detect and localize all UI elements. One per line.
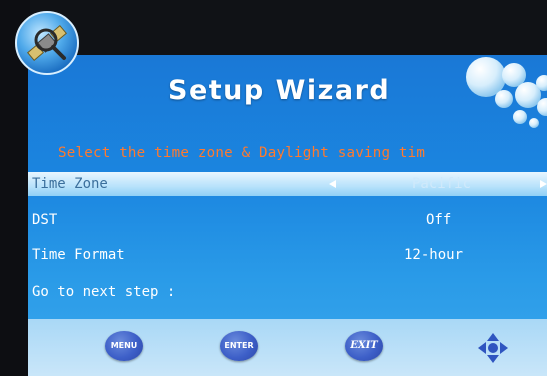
bubbles-icon [466, 57, 547, 128]
setting-label: Time Zone [32, 176, 108, 192]
setting-row-time-format[interactable]: Time Format 12-hour [28, 243, 547, 267]
setting-label: Go to next step : [32, 284, 176, 300]
setting-row-next-step[interactable]: Go to next step : [28, 280, 547, 304]
arrow-right-icon[interactable] [540, 180, 547, 188]
satellite-magnifier-logo-icon [15, 11, 79, 75]
instruction-text: Select the time zone & Daylight saving t… [58, 145, 426, 161]
setting-label: Time Format [32, 247, 125, 263]
setup-wizard-screen: Setup Wizard Select the time zone & Dayl… [28, 55, 547, 376]
setting-row-dst[interactable]: DST Off [28, 208, 547, 232]
dpad-arrows-icon[interactable] [476, 331, 510, 365]
exit-button[interactable]: EXIT [345, 331, 383, 361]
setting-label: DST [32, 212, 58, 228]
setting-value: Off [426, 212, 452, 228]
menu-button[interactable]: MENU [105, 331, 143, 361]
setting-row-time-zone[interactable]: Time Zone Pacific [28, 172, 547, 196]
page-title: Setup Wizard [168, 75, 391, 106]
arrow-left-icon[interactable] [329, 180, 336, 188]
monitor-bezel-top [0, 0, 547, 62]
footer-bar: MENU ENTER EXIT [28, 319, 547, 376]
enter-button[interactable]: ENTER [220, 331, 258, 361]
setting-value: Pacific [412, 176, 472, 192]
setting-value: 12-hour [404, 247, 464, 263]
